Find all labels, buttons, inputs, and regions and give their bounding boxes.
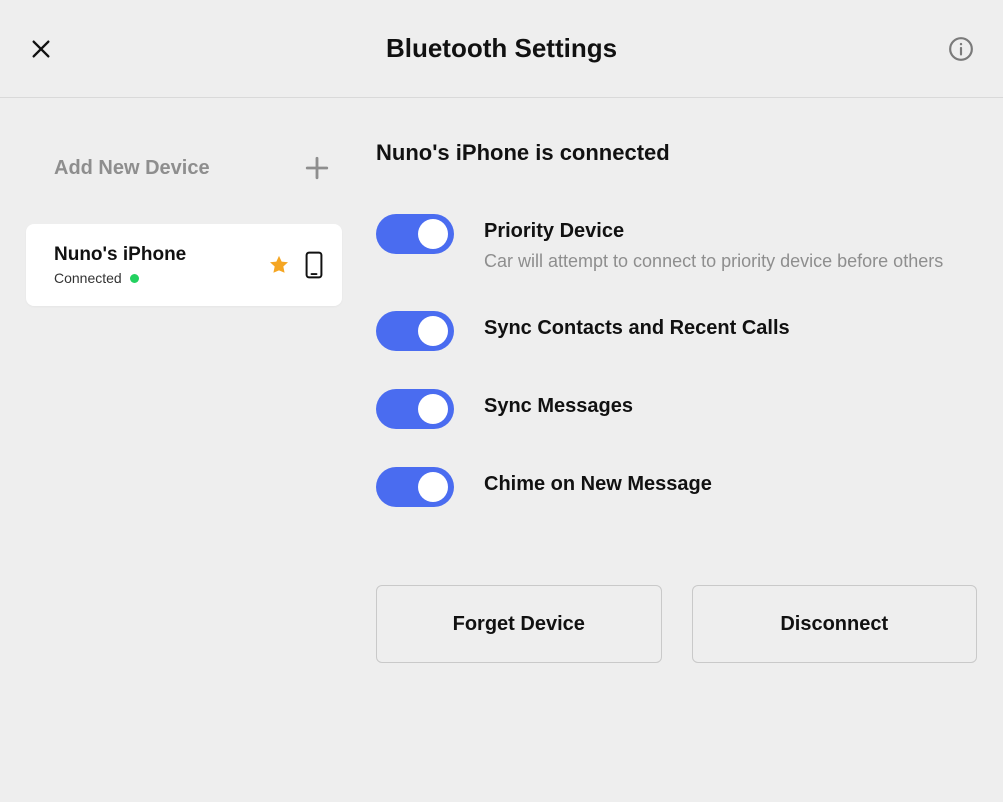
setting-desc: Car will attempt to connect to priority … xyxy=(484,249,943,273)
setting-label: Sync Contacts and Recent Calls xyxy=(484,317,790,340)
setting-text: Priority Device Car will attempt to conn… xyxy=(484,214,943,273)
disconnect-button[interactable]: Disconnect xyxy=(692,585,978,663)
main-title: Nuno's iPhone is connected xyxy=(376,140,977,166)
toggle-sync-messages[interactable] xyxy=(376,389,454,429)
add-device-label: Add New Device xyxy=(54,157,210,180)
close-icon xyxy=(30,38,52,60)
setting-priority-device: Priority Device Car will attempt to conn… xyxy=(376,214,977,273)
setting-sync-contacts: Sync Contacts and Recent Calls xyxy=(376,311,977,351)
toggle-priority-device[interactable] xyxy=(376,214,454,254)
device-info: Nuno's iPhone Connected xyxy=(54,244,186,286)
toggle-chime-new-message[interactable] xyxy=(376,467,454,507)
device-card[interactable]: Nuno's iPhone Connected xyxy=(26,224,342,306)
setting-label: Chime on New Message xyxy=(484,473,712,496)
connected-dot-icon xyxy=(130,274,139,283)
toggle-knob xyxy=(418,316,448,346)
toggle-sync-contacts[interactable] xyxy=(376,311,454,351)
page-title: Bluetooth Settings xyxy=(0,33,1003,64)
footer: Forget Device Disconnect xyxy=(376,545,977,685)
forget-device-button[interactable]: Forget Device xyxy=(376,585,662,663)
add-device-button[interactable]: Add New Device xyxy=(26,140,362,196)
plus-icon xyxy=(304,155,330,181)
device-icons xyxy=(268,251,324,279)
setting-sync-messages: Sync Messages xyxy=(376,389,977,429)
device-status: Connected xyxy=(54,270,122,286)
header: Bluetooth Settings xyxy=(0,0,1003,98)
toggle-knob xyxy=(418,219,448,249)
setting-text: Chime on New Message xyxy=(484,467,712,496)
main: Nuno's iPhone is connected Priority Devi… xyxy=(362,98,1003,685)
device-status-row: Connected xyxy=(54,270,186,286)
phone-icon xyxy=(304,251,324,279)
device-name: Nuno's iPhone xyxy=(54,244,186,266)
toggle-knob xyxy=(418,394,448,424)
star-icon xyxy=(268,254,290,276)
setting-label: Priority Device xyxy=(484,220,943,243)
info-button[interactable] xyxy=(947,35,975,63)
close-button[interactable] xyxy=(28,36,54,62)
toggle-knob xyxy=(418,472,448,502)
setting-label: Sync Messages xyxy=(484,395,633,418)
sidebar: Add New Device Nuno's iPhone Connected xyxy=(0,98,362,685)
setting-text: Sync Contacts and Recent Calls xyxy=(484,311,790,340)
setting-text: Sync Messages xyxy=(484,389,633,418)
setting-chime-new-message: Chime on New Message xyxy=(376,467,977,507)
info-icon xyxy=(948,36,974,62)
content: Add New Device Nuno's iPhone Connected N… xyxy=(0,98,1003,685)
